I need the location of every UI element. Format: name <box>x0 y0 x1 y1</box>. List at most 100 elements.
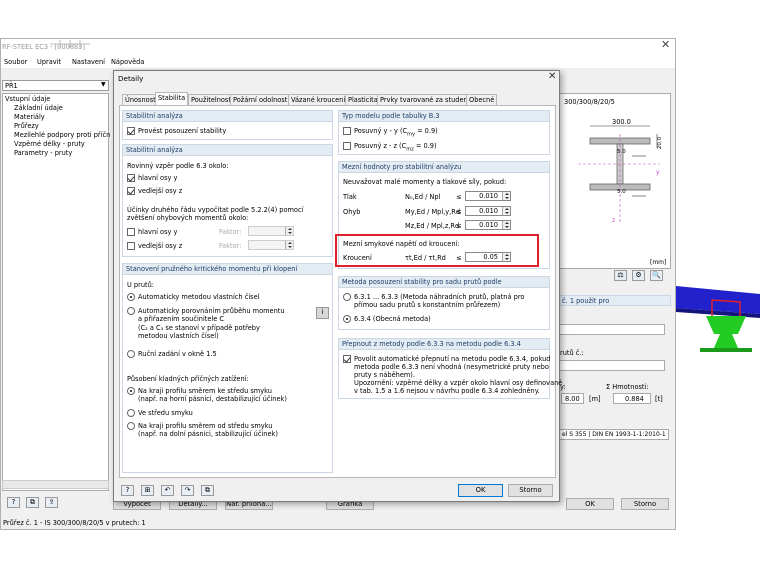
right-hmotnost: Σ Hmotnosti: <box>606 383 649 391</box>
right-field-2[interactable] <box>559 360 665 371</box>
input-faktor-y[interactable] <box>248 226 294 236</box>
checkbox-provest-stabilitu[interactable] <box>127 127 135 135</box>
main-title-bar: RF-STEEL EC3 - [000883] ✕ <box>1 39 675 55</box>
model-3d-view <box>676 286 760 352</box>
group-critical-moment: Stanovení pružného kritického momentu př… <box>122 263 333 473</box>
right-label-2: rutů č.: <box>560 349 584 357</box>
right-header: č. 1 použit pro <box>559 295 671 306</box>
dim-flange: 5.0 <box>617 189 626 195</box>
label-rovinny-vzper: Rovinný vzpěr podle 6.3 okolo: <box>127 162 229 170</box>
input-limit-tlak[interactable]: 0.010 <box>465 191 511 201</box>
tab-pouzitelnost[interactable]: Použitelnost <box>188 94 234 105</box>
label-second-order: Účinky druhého řádu vypočítat podle 5.2.… <box>127 206 304 222</box>
right-unit-1: [m] <box>589 395 601 403</box>
close-icon[interactable]: ✕ <box>661 39 670 50</box>
radio-ve-stredu-smyku[interactable] <box>127 409 135 417</box>
tree-item[interactable]: Parametry - pruty <box>14 149 72 157</box>
dialog-reset-icon[interactable]: ⧉ <box>201 485 214 496</box>
main-cancel-button[interactable]: Storno <box>621 498 669 510</box>
tab-pozarni-odolnost[interactable]: Požární odolnost <box>230 94 291 105</box>
checkbox-posuvny-z[interactable] <box>343 142 351 150</box>
menu-bar: Soubor Upravit Nastavení Nápověda <box>1 55 675 68</box>
main-ok-button[interactable]: OK <box>566 498 614 510</box>
radio-k-stredu-smyku[interactable] <box>127 387 135 395</box>
right-value-1: 8.00 <box>561 393 584 404</box>
dialog-help-icon[interactable]: ? <box>121 485 134 496</box>
section-panel: 300/300/8/20/5 y z 300.0 20.0 5.0 5.0 [m… <box>559 93 671 269</box>
radio-6-3-1[interactable] <box>343 293 351 301</box>
radio-6-3-4[interactable] <box>343 315 351 323</box>
tab-prvky-za-studena[interactable]: Prvky tvarované za studena <box>377 94 475 105</box>
dim-top: 300.0 <box>612 118 631 126</box>
zoom-icon[interactable]: 🔍 <box>650 270 663 281</box>
checkbox-hlavni-osy[interactable] <box>127 174 135 182</box>
section-drawing: y z <box>578 125 660 224</box>
right-unit-2: [t] <box>655 395 663 403</box>
checkbox-hlavni-osy-2[interactable] <box>127 228 135 236</box>
export-icon[interactable]: ⇪ <box>45 497 58 508</box>
checkbox-vedlejsi-osy-2[interactable] <box>127 242 135 250</box>
tree-item[interactable]: Základní údaje <box>14 104 63 112</box>
dialog-load-icon[interactable]: ↶ <box>161 485 174 496</box>
group-method-set: Metoda posouzení stability pro sadu prut… <box>338 276 550 330</box>
tab-stabilita[interactable]: Stabilita <box>155 92 189 106</box>
checkbox-posuvny-y[interactable] <box>343 127 351 135</box>
right-material: el S 355 | DIN EN 1993-1-1:2010-1 <box>559 429 669 440</box>
dim-web: 5.0 <box>617 149 626 155</box>
chevron-down-icon: ▼ <box>101 81 106 88</box>
right-value-2: 0.884 <box>613 393 651 404</box>
section-toolbar: ⚖ ⚙ 🔍 <box>611 269 671 283</box>
label-provest-stabilitu: Provést posouzení stability <box>138 127 227 135</box>
label-posuvny-y: Posuvný y - y (Cmy = 0.9) <box>354 127 438 138</box>
dialog-defaults-icon[interactable]: ⊞ <box>141 485 154 496</box>
dialog-save-icon[interactable]: ↷ <box>181 485 194 496</box>
navigator-tree: Vstupní údaje Základní údaje Materiály P… <box>2 93 110 491</box>
menu-soubor[interactable]: Soubor <box>4 58 27 66</box>
right-field-1[interactable] <box>559 324 665 335</box>
tab-vazane-krouceni[interactable]: Vázané kroucení <box>288 94 349 105</box>
info-icon[interactable]: i <box>316 307 329 319</box>
group-model-type: Typ modelu podle tabulky B.3 Posuvný y -… <box>338 110 550 155</box>
menu-upravit[interactable]: Upravit <box>37 58 61 66</box>
tree-item[interactable]: Mezilehlé podpory proti příčném <box>14 131 110 139</box>
tab-plasticita[interactable]: Plasticita <box>345 94 381 105</box>
radio-automaticky-vlastni-cisla[interactable] <box>127 293 135 301</box>
status-bar-text: Průřez č. 1 - IS 300/300/8/20/5 v prutec… <box>3 519 146 527</box>
help-icon[interactable]: ? <box>7 497 20 508</box>
tree-item[interactable]: Materiály <box>14 113 45 121</box>
group-stability-analysis: Stabilitní analýza Provést posouzení sta… <box>122 110 333 140</box>
copy-icon[interactable]: ⧉ <box>26 497 39 508</box>
svg-text:y: y <box>656 169 660 176</box>
input-limit-ohyb-y[interactable]: 0.010 <box>465 206 511 216</box>
dialog-title: Detaily <box>118 74 144 83</box>
input-limit-ohyb-z[interactable]: 0.010 <box>465 220 511 230</box>
unit-mm: [mm] <box>650 259 667 266</box>
menu-nastaveni[interactable]: Nastavení <box>72 58 105 66</box>
svg-text:z: z <box>612 217 615 224</box>
highlight-box <box>335 234 539 267</box>
checkbox-auto-switch[interactable] <box>343 355 351 363</box>
tree-item[interactable]: Vzpěrné délky - pruty <box>14 140 85 148</box>
case-combo[interactable]: PŘ1 ▼ <box>2 80 109 91</box>
section-edit-icon[interactable]: ⚙ <box>632 270 645 281</box>
tree-item[interactable]: Průřezy <box>14 122 39 130</box>
radio-automaticky-porovnanim[interactable] <box>127 307 135 315</box>
tab-obecne[interactable]: Obecné <box>466 94 498 105</box>
radio-od-stredu-smyku[interactable] <box>127 422 135 430</box>
checkbox-vedlejsi-osy[interactable] <box>127 187 135 195</box>
dim-side: 20.0 <box>657 136 664 150</box>
background-grid <box>50 40 90 48</box>
dialog-close-icon[interactable]: ✕ <box>548 72 556 82</box>
dialog-cancel-button[interactable]: Storno <box>508 484 553 497</box>
radio-rucni-zadani[interactable] <box>127 350 135 358</box>
tree-scrollbar[interactable] <box>2 480 109 489</box>
group-flexural-buckling: Stabilitní analýza Rovinný vzpěr podle 6… <box>122 144 333 257</box>
dialog-ok-button[interactable]: OK <box>458 484 503 497</box>
input-faktor-z[interactable] <box>248 240 294 250</box>
tab-unosnost[interactable]: Únosnost <box>122 94 159 105</box>
menu-napoveda[interactable]: Nápověda <box>111 58 144 66</box>
section-info-icon[interactable]: ⚖ <box>614 270 627 281</box>
group-switch-method: Přepnout z metody podle 6.3.3 na metodu … <box>338 338 562 399</box>
tree-root[interactable]: Vstupní údaje <box>5 95 50 103</box>
section-label: 300/300/8/20/5 <box>564 98 615 106</box>
